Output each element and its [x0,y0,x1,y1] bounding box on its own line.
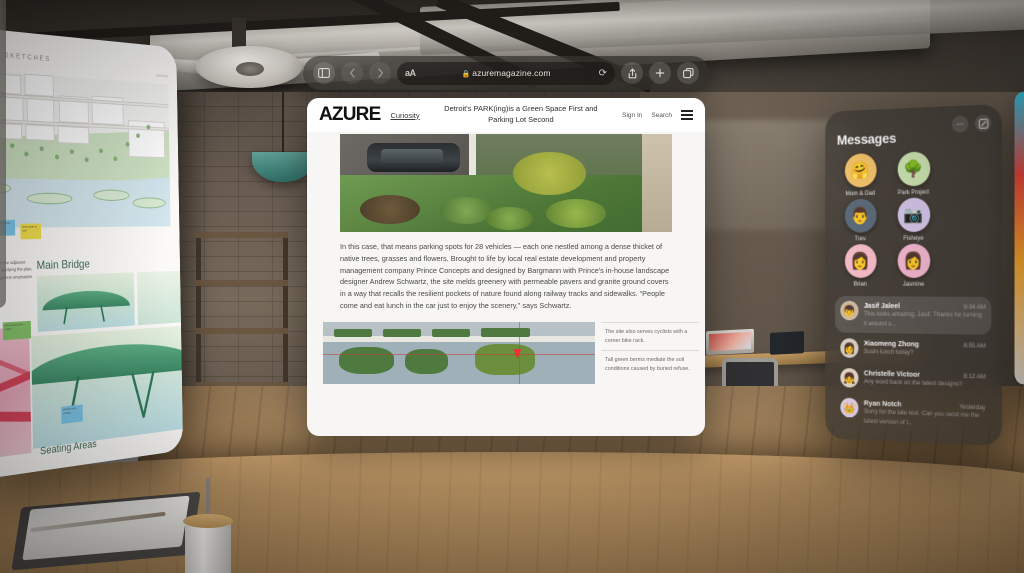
annotation-text: Tall green berms mediate the soil condit… [601,350,699,378]
background-laptop [706,328,754,356]
car-in-parking-spot [366,142,460,173]
safari-window[interactable]: aA 🔒 azuremagazine.com ⟳ AZURE Curiosity … [303,56,709,438]
article-body: In this case, that means parking spots f… [340,242,670,311]
pinned-contact-label: Jasmine [902,280,925,288]
conversation-row[interactable]: 👦 Jasif Jaleel 9:34 AM This looks amazin… [835,296,992,336]
right-window-bezel [0,0,6,308]
tumbler-lid [183,514,233,528]
pinned-contact-label: Trev [854,235,866,243]
avatar: 👩 [897,243,930,278]
lower-content-block: The site also serves cyclists with a cor… [307,321,705,384]
pinned-contact[interactable]: 👩 Brian [837,244,884,288]
background-monitor [770,331,804,355]
shelving-unit [196,232,288,392]
site-plan-drawing [0,68,171,229]
annotation-column: The site also serves cyclists with a cor… [595,321,703,384]
pendant-lamp-cord [282,88,284,154]
web-page: AZURE Curiosity Detroit's PARK(ing)is a … [307,98,705,436]
lock-icon: 🔒 [461,71,471,78]
conversation-row[interactable]: 👑 Ryan Notch Yesterday Sorry for the lat… [835,393,991,436]
presentation-window[interactable]: SITE SKETCHES Site Plan [0,27,184,480]
site-header: AZURE Curiosity Detroit's PARK(ing)is a … [307,98,705,132]
search-link[interactable]: Search [651,112,672,119]
sticky-note: curb cutout & bike racks? [2,320,32,341]
avatar: 👨 [844,198,877,233]
url-text: azuremagazine.com [472,68,551,78]
pinned-contact[interactable]: 👨 Trev [837,198,884,242]
section-title-bridge: Main Bridge [36,257,90,273]
avatar: 🤗 [844,153,877,188]
site-plan-photo [323,321,595,384]
conversation-name: Jasif Jaleel [863,301,900,311]
back-icon[interactable] [341,62,363,84]
pinned-contact-label: Mom & Dad [845,189,876,198]
avatar: 👩 [844,244,877,278]
avatar: 👩 [840,338,859,359]
sticky-note: check grade at curb [20,223,42,240]
conversation-time: 8:55 AM [963,342,986,350]
pinned-conversations: 🤗 Mom & Dad 🌳 Park Project 👨 Trev 📷 Fish… [835,149,991,288]
pinned-contact-label: Brian [853,280,867,288]
avatar: 👧 [840,368,859,388]
peripheral-window[interactable] [1014,88,1024,388]
deck-title: SITE SKETCHES [0,50,51,64]
article-headline: Detroit's PARK(ing)is a Green Space Firs… [444,104,598,124]
messages-window[interactable]: ⋯ Messages 🤗 Mom & Dad 🌳 Park Project 👨 … [825,104,1002,446]
conversation-preview: This looks amazing, Jasif. Thanks for tu… [863,310,982,328]
hamburger-icon[interactable] [681,110,693,120]
pinned-contact[interactable]: 🌳 Park Project [889,151,937,196]
new-tab-icon[interactable] [649,62,671,84]
conversation-time: 8:12 AM [963,373,986,381]
ceiling-fan-hub [236,62,264,76]
share-icon[interactable] [621,62,643,84]
plan-caption: Site Plan [156,72,169,79]
sticky-note: shadow study pending [61,404,83,424]
avatar: 👑 [840,397,859,418]
forward-icon[interactable] [369,62,391,84]
bridge-render-large [31,325,184,449]
sidebar-icon[interactable] [313,62,335,84]
pinned-contact-label: Fisheye [903,234,924,242]
safari-toolbar: aA 🔒 azuremagazine.com ⟳ [303,56,709,90]
diagram-pink [0,326,32,463]
url-text-wrap: 🔒 azuremagazine.com [397,68,615,78]
tabs-icon[interactable] [677,62,699,84]
pinned-contact[interactable]: 👩 Jasmine [889,243,937,288]
conversation-list: 👦 Jasif Jaleel 9:34 AM This looks amazin… [835,296,992,436]
reload-icon[interactable]: ⟳ [599,68,607,79]
bridge-render-detail [136,270,184,326]
sign-in-link[interactable]: Sign In [622,112,642,119]
pinned-contact-label: Park Project [897,188,930,197]
conversation-row[interactable]: 👩 Xiaomeng Zhong 8:55 AM Sushi lunch tod… [835,334,991,366]
avatar: 📷 [897,197,930,233]
annotation-text: The site also serves cyclists with a cor… [601,321,699,350]
avatar: 🌳 [897,151,930,187]
bridge-render-small [36,272,135,332]
hero-aerial-photo [340,134,672,232]
conversation-row[interactable]: 👧 Christelle Victoor 8:12 AM Any word ba… [835,363,991,397]
url-bar[interactable]: aA 🔒 azuremagazine.com ⟳ [397,61,615,85]
pinned-contact[interactable]: 🤗 Mom & Dad [837,153,884,198]
header-actions: Sign In Search [622,110,693,120]
conversation-preview: Sorry for the late text. Can you send me… [863,408,980,427]
pinned-contact[interactable]: 📷 Fisheye [889,197,937,242]
azure-logo[interactable]: AZURE [319,104,381,126]
avatar: 👦 [840,300,859,321]
nav-link-curiosity[interactable]: Curiosity [390,111,419,120]
